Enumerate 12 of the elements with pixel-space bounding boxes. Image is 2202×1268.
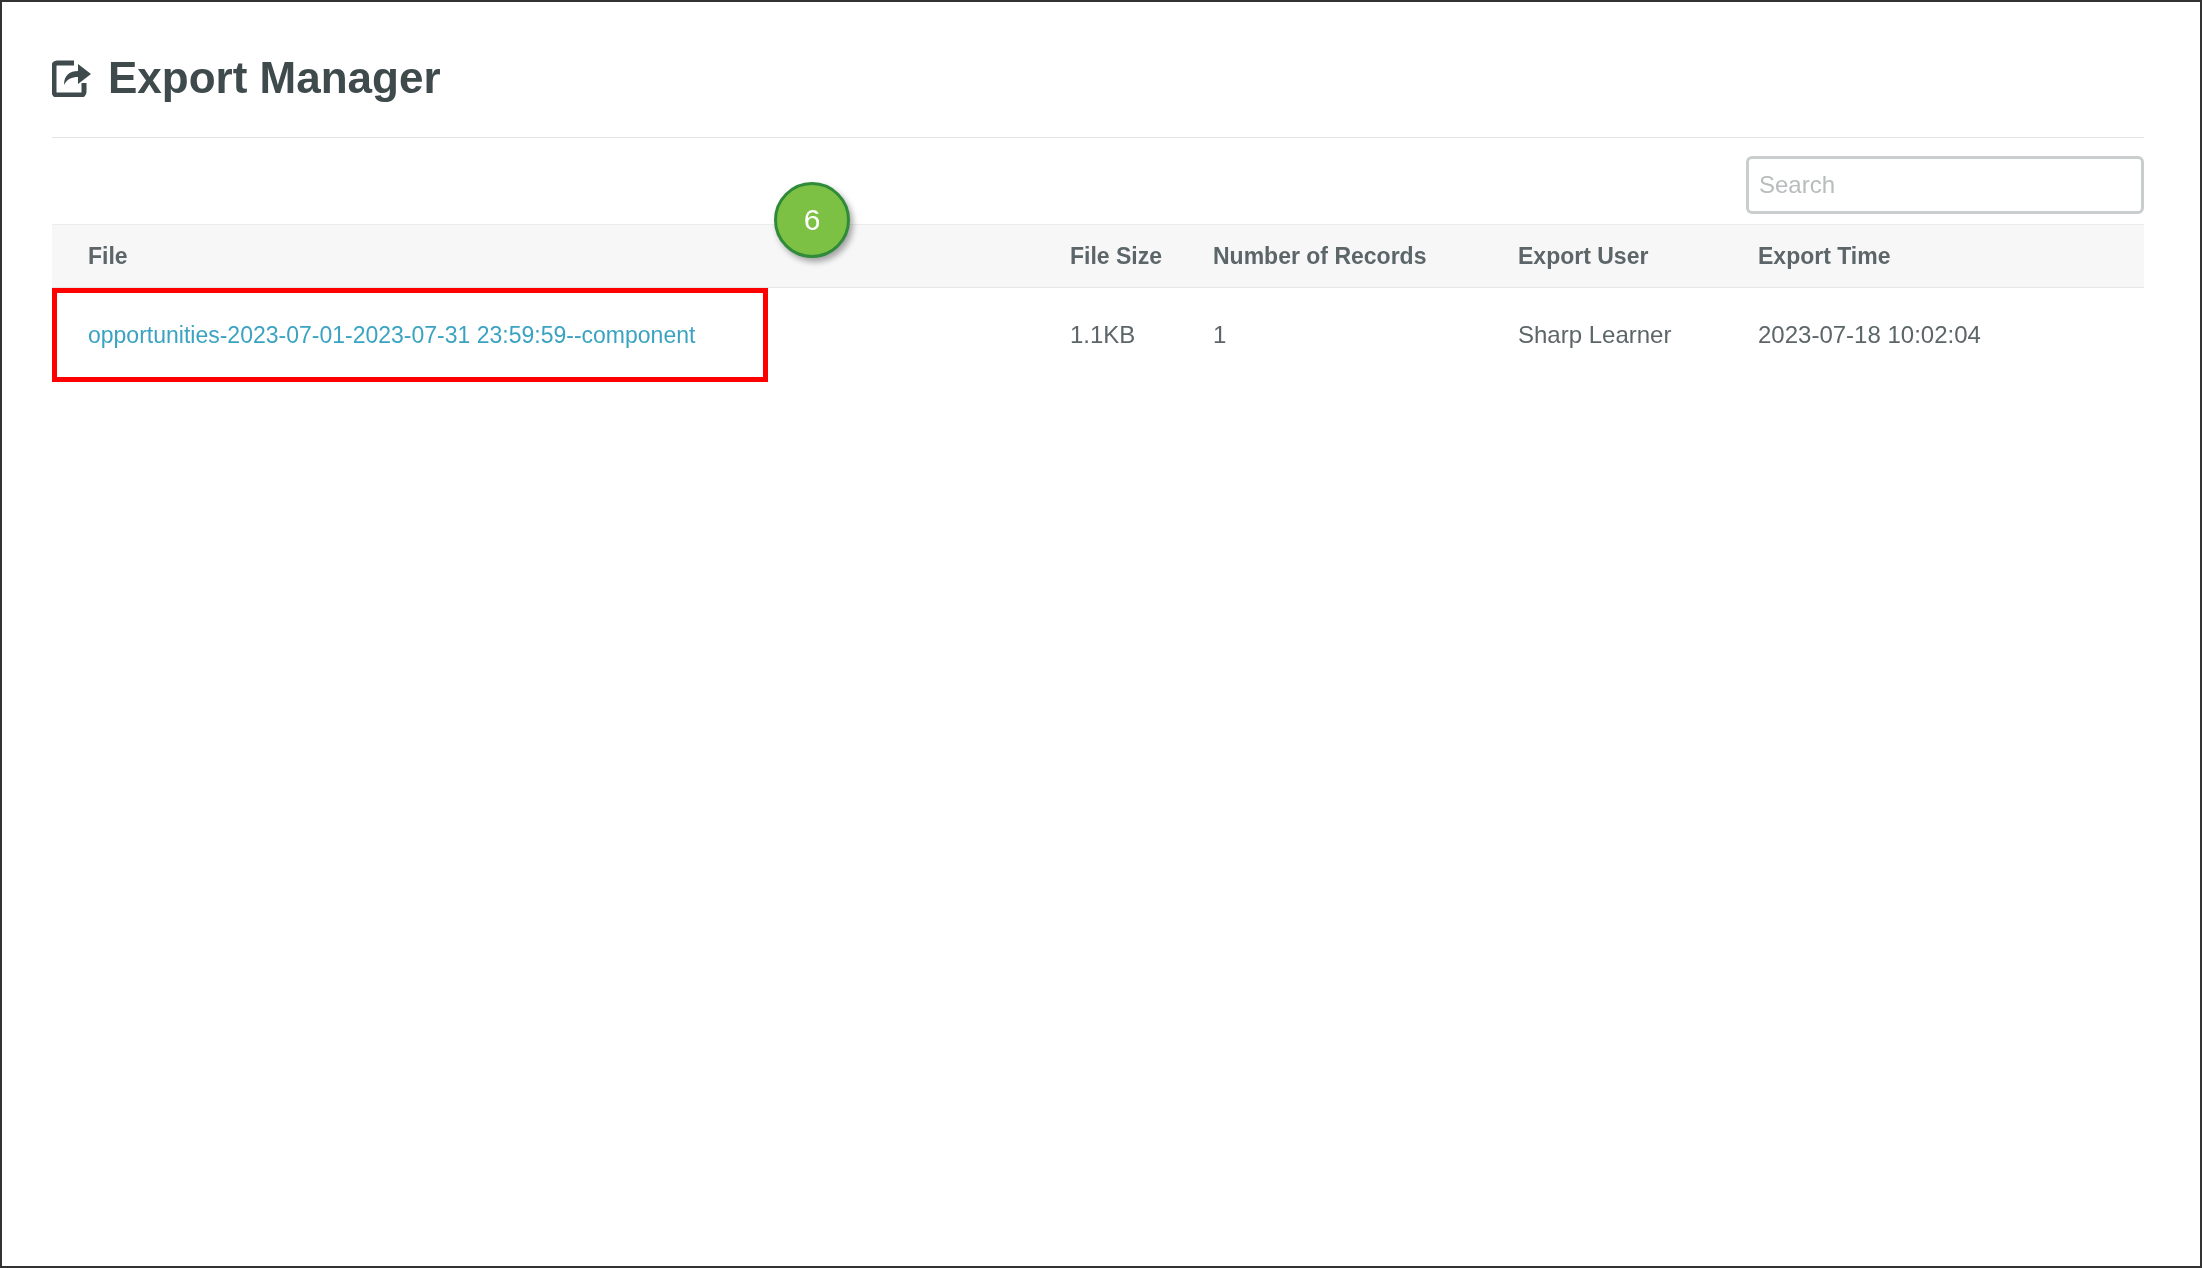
- page-title: Export Manager: [108, 52, 441, 104]
- column-header: File Size: [1034, 224, 1177, 288]
- search-field[interactable]: Search: [1746, 155, 2144, 214]
- table-cell: Sharp Learner: [1482, 287, 1722, 383]
- table-cell: 1.1KB: [1034, 287, 1177, 383]
- column-header: Export Time: [1722, 224, 2144, 288]
- table-cell: 1: [1177, 287, 1482, 383]
- table-cell: 2023-07-18 10:02:04: [1722, 287, 2144, 383]
- file-link[interactable]: opportunities-2023-07-01-2023-07-31 23:59:59--component: [88, 322, 696, 349]
- column-header: Number of Records: [1177, 224, 1482, 288]
- column-header: Export User: [1482, 224, 1722, 288]
- export-icon: [52, 59, 92, 98]
